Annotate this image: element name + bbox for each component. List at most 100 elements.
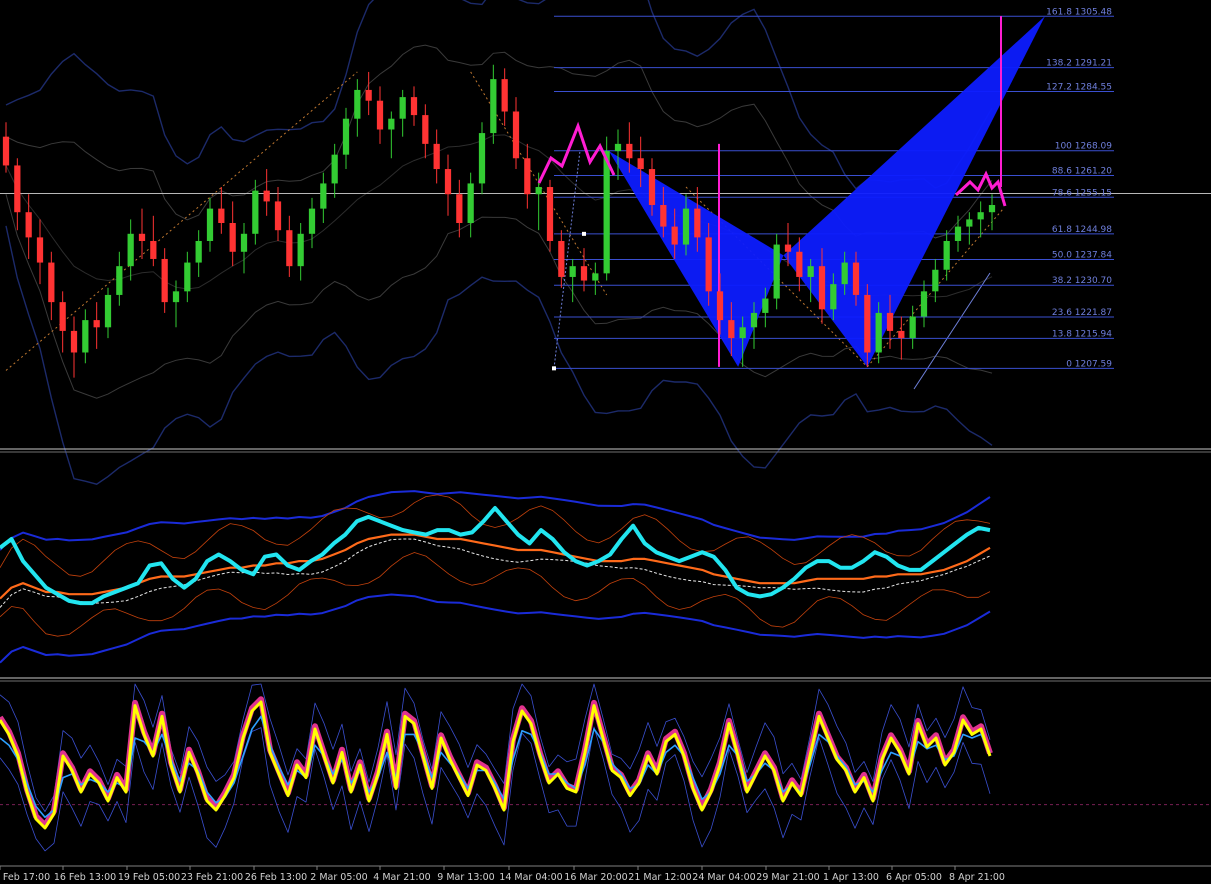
candle-body (569, 266, 576, 277)
time-tick-label: 21 Mar 12:00 (628, 872, 691, 883)
fib-level-label-11: 0 1207.59 (1066, 359, 1112, 369)
candle-body (852, 262, 860, 295)
time-tick-label: 16 Mar 20:00 (564, 872, 627, 883)
time-tick-label: 24 Mar 04:00 (692, 872, 755, 883)
candle-body (36, 237, 44, 263)
candle-body (138, 233, 146, 241)
candle-body (2, 136, 10, 166)
candle-body (807, 266, 814, 277)
candle-body (512, 111, 520, 159)
time-tick-label: 4 Mar 21:00 (373, 872, 430, 883)
candle-body (161, 258, 168, 303)
candle-body (580, 266, 588, 281)
candle-body (966, 219, 973, 227)
candle-body (705, 237, 712, 292)
time-tick-label: 8 Apr 21:00 (949, 872, 1005, 883)
candle-body (150, 240, 157, 259)
fib-level-label-3: 100 1268.09 (1055, 142, 1113, 152)
candle-body (977, 212, 984, 220)
candle-body (988, 205, 996, 213)
candle (773, 233, 780, 310)
candle-body (444, 169, 452, 195)
time-tick-label: 23 Feb 21:00 (181, 872, 243, 883)
candle (478, 122, 486, 195)
candle-body (342, 118, 350, 155)
candle-body (886, 312, 894, 331)
candle-body (93, 320, 100, 328)
candle-body (648, 169, 656, 206)
candle-body (229, 223, 236, 252)
fib-level-label-2: 127.2 1284.55 (1046, 83, 1112, 93)
candle-body (388, 118, 395, 130)
candle-body (864, 294, 871, 353)
fib-level-label-6: 61.8 1244.98 (1052, 225, 1112, 235)
fib-level-label-8: 38.2 1230.70 (1052, 276, 1112, 286)
candle-body (127, 233, 134, 267)
candle-body (195, 240, 202, 263)
candle-body (694, 208, 701, 238)
chart-canvas: 161.8 1305.48 138.2 1291.21 127.2 1284.55 1… (0, 0, 1211, 884)
time-tick-label: 26 Feb 13:00 (245, 872, 307, 883)
candle-body (501, 79, 508, 112)
time-tick-label: 1 Feb 17:00 (0, 872, 50, 883)
candle-body (320, 183, 327, 209)
candle-body (104, 294, 112, 328)
candle-body (716, 291, 724, 321)
time-tick-label: 19 Feb 05:00 (118, 872, 180, 883)
candle-body (943, 240, 950, 270)
candle-body (818, 266, 826, 310)
candle-body (456, 194, 463, 223)
candle-body (637, 158, 644, 170)
candle-body (796, 251, 803, 277)
fib-level-label-9: 23.6 1221.87 (1052, 308, 1112, 318)
candle-body (603, 151, 610, 274)
time-tick-label: 1 Apr 13:00 (823, 872, 879, 883)
candle-body (535, 187, 542, 195)
candle (546, 179, 554, 252)
candle-body (376, 100, 384, 130)
candle-body (558, 240, 565, 277)
time-tick-label: 29 Mar 21:00 (756, 872, 819, 883)
candle-body (524, 158, 531, 195)
candle-body (263, 190, 270, 202)
candle-body (626, 143, 633, 159)
candle-body (82, 320, 89, 353)
fib-level-label-7: 50.0 1237.84 (1052, 251, 1112, 261)
candle-body (728, 320, 735, 339)
fib-level-label-10: 13.8 1215.94 (1052, 329, 1112, 339)
fib-level-label-0: 161.8 1305.48 (1046, 7, 1112, 17)
candle-body (297, 233, 304, 267)
candle-body (433, 143, 440, 170)
candle-body (172, 291, 180, 303)
candle-body (750, 312, 758, 328)
candle-body (739, 327, 746, 339)
candle-body (48, 262, 55, 303)
candle-body (490, 79, 497, 134)
time-tick-label: 9 Mar 13:00 (437, 872, 494, 883)
candle-body (308, 208, 316, 234)
candle-body (399, 97, 406, 119)
candle-body (206, 208, 214, 241)
candle-body (592, 273, 599, 281)
candle-body (660, 205, 667, 227)
candle-body (932, 269, 939, 292)
candle-body (762, 298, 769, 313)
candle-body (614, 143, 622, 152)
candle-body (218, 208, 225, 223)
candle-body (546, 187, 554, 241)
fib-level-label-5: 78.6 1255.15 (1052, 188, 1112, 198)
time-tick-label: 14 Mar 04:00 (499, 872, 562, 883)
candle-body (671, 226, 678, 245)
candle-body (410, 97, 418, 116)
time-tick-label: 2 Mar 05:00 (310, 872, 367, 883)
fib-anchor-handle-a (552, 366, 556, 371)
candle-body (467, 183, 474, 223)
candle-body (116, 266, 123, 295)
candle-body (286, 230, 293, 267)
fib-level-label-4: 88.6 1261.20 (1052, 167, 1112, 177)
candle-body (841, 262, 848, 285)
time-tick-label: 16 Feb 13:00 (54, 872, 116, 883)
candle-body (954, 226, 962, 241)
candle-body (875, 312, 882, 353)
candle-body (365, 89, 372, 101)
